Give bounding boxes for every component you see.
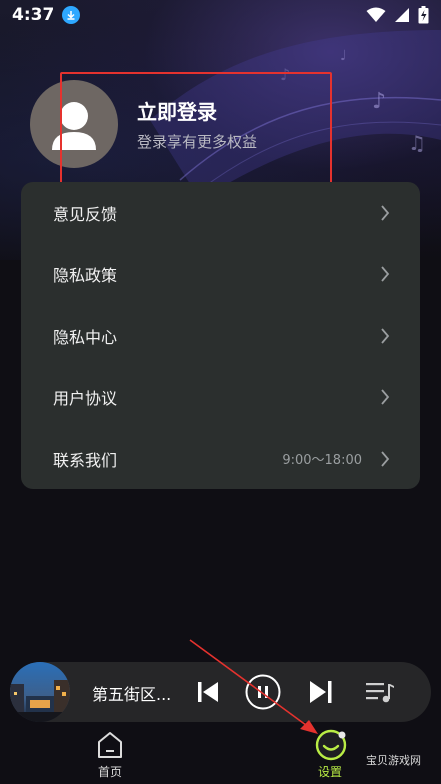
watermark: 宝贝游戏网 bbox=[366, 754, 421, 767]
annotation-arrow bbox=[189, 639, 318, 734]
